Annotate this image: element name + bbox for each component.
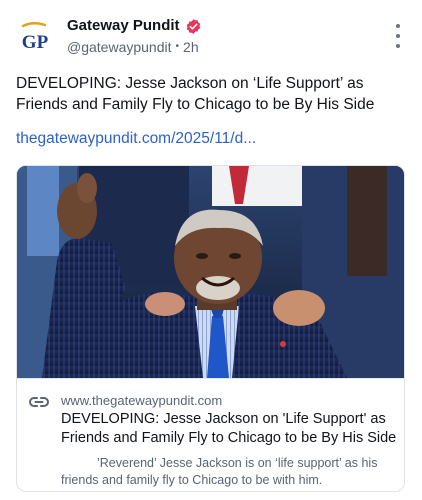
post-link[interactable]: thegatewaypundit.com/2025/11/d... [16, 128, 256, 149]
link-icon [29, 395, 49, 409]
more-vertical-icon-dot [396, 44, 400, 48]
post: GP Gateway Pundit @gatewaypundit • 2h DE… [0, 0, 422, 500]
name-row: Gateway Pundit [67, 16, 347, 36]
meta-separator: • [175, 41, 180, 52]
meta-row: @gatewaypundit • 2h [67, 38, 347, 56]
card-title-text: DEVELOPING: Jesse Jackson on 'Life Suppo… [61, 411, 397, 446]
verified-badge-icon [185, 18, 202, 35]
post-timestamp[interactable]: 2h [183, 38, 199, 56]
card-title: DEVELOPING: Jesse Jackson on 'Life Suppo… [61, 410, 397, 448]
more-vertical-icon [396, 24, 400, 28]
svg-text:GP: GP [22, 32, 49, 53]
card-description: ’Reverend’ Jesse Jackson is on ‘life sup… [61, 456, 378, 487]
author-name[interactable]: Gateway Pundit [67, 16, 180, 36]
post-text: DEVELOPING: Jesse Jackson on ‘Life Suppo… [16, 75, 375, 113]
author-handle: @gatewaypundit [67, 39, 172, 55]
card-domain: www.thegatewaypundit.com [61, 393, 223, 408]
author-info: Gateway Pundit @gatewaypundit • 2h [67, 16, 347, 56]
gateway-pundit-logo-icon: GP [21, 22, 49, 53]
article-photo [17, 166, 404, 378]
card-body: www.thegatewaypundit.com DEVELOPING: Jes… [17, 378, 404, 491]
link-preview-card[interactable]: www.thegatewaypundit.com DEVELOPING: Jes… [16, 165, 405, 492]
author-avatar[interactable]: GP [15, 18, 55, 58]
more-options-button[interactable] [392, 24, 404, 48]
card-image[interactable] [17, 166, 404, 378]
more-vertical-icon-dot [396, 34, 400, 38]
